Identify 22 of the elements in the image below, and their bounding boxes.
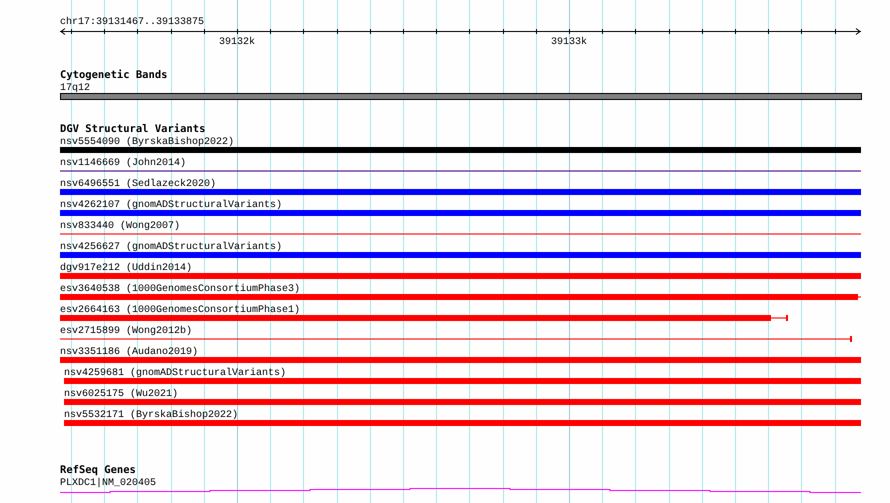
variant-label: nsv5532171 (ByrskaBishop2022) <box>64 410 238 421</box>
variant-label: nsv4256627 (gnomADStructuralVariants) <box>60 242 282 253</box>
variant-label: nsv1146669 (John2014) <box>60 158 186 169</box>
track-title: RefSeq Genes <box>60 464 136 476</box>
tick-label: 39132k <box>219 37 255 48</box>
variant-label: nsv5554090 (ByrskaBishop2022) <box>60 137 234 148</box>
gene-label: PLXDC1|NM_020405 <box>60 478 156 489</box>
band-label: 17q12 <box>60 83 90 94</box>
location-label: chr17:39131467..39133875 <box>60 17 204 28</box>
variant-label: nsv6025175 (Wu2021) <box>64 389 178 400</box>
tick-label: 39133k <box>551 37 587 48</box>
track-title: DGV Structural Variants <box>60 123 206 135</box>
variant-label: nsv6496551 (Sedlazeck2020) <box>60 179 216 190</box>
variant-label: esv3640538 (1000GenomesConsortiumPhase3) <box>60 284 300 295</box>
variant-label: esv2664163 (1000GenomesConsortiumPhase1) <box>60 305 300 316</box>
variant-label: esv2715899 (Wong2012b) <box>60 326 192 337</box>
variant-label: dgv917e212 (Uddin2014) <box>60 263 192 274</box>
variant-label: nsv833440 (Wong2007) <box>60 221 180 232</box>
variant-label: nsv4259681 (gnomADStructuralVariants) <box>64 368 286 379</box>
variant-label: nsv3351186 (Audano2019) <box>60 347 198 358</box>
track-title: Cytogenetic Bands <box>60 69 168 81</box>
variant-label: nsv4262107 (gnomADStructuralVariants) <box>60 200 282 211</box>
